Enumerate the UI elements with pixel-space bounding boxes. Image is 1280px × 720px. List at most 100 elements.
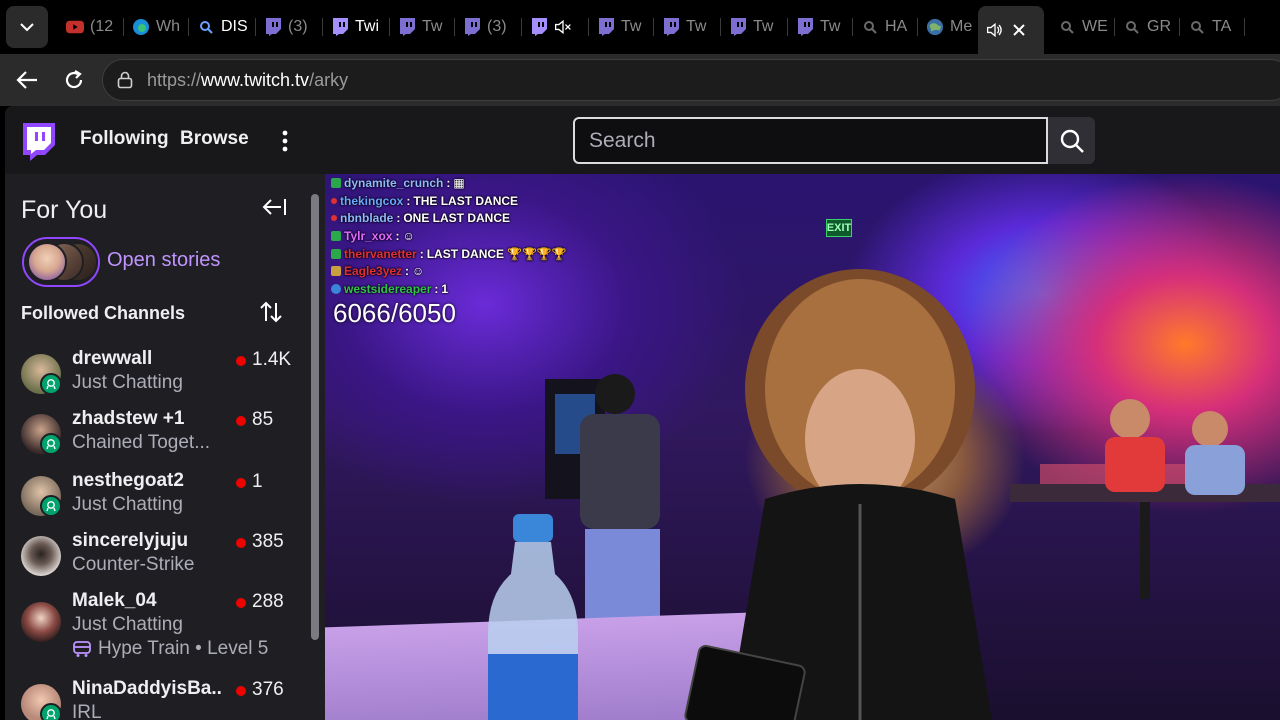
live-dot-icon bbox=[236, 598, 246, 608]
browser-tab[interactable]: (3) bbox=[455, 6, 521, 48]
browser-tab[interactable]: (3) bbox=[256, 6, 322, 48]
video-scene-diners bbox=[1010, 399, 1280, 599]
open-stories-link[interactable]: Open stories bbox=[107, 249, 220, 272]
live-dot-icon bbox=[236, 686, 246, 696]
browser-tab[interactable]: (12 bbox=[58, 6, 124, 48]
stories-avatars[interactable] bbox=[22, 237, 100, 287]
collapse-left-icon bbox=[262, 199, 286, 215]
browser-tab[interactable]: HA bbox=[853, 6, 917, 48]
chat-text: THE LAST DANCE bbox=[413, 193, 519, 208]
chat-badge-icon bbox=[331, 197, 337, 204]
chat-message: Eagle3yez: ☺ bbox=[331, 262, 631, 280]
globe-icon bbox=[926, 18, 944, 36]
live-dot-icon bbox=[236, 478, 246, 488]
tab-label: (3) bbox=[288, 18, 308, 35]
browser-tab[interactable]: Tw bbox=[390, 6, 454, 48]
more-vertical-icon bbox=[282, 130, 288, 152]
search-button[interactable] bbox=[1048, 117, 1095, 164]
channel-item-malek-04[interactable]: Malek_04 Just Chatting 288 Hype Train • … bbox=[5, 590, 305, 672]
tab-label: Me bbox=[950, 18, 973, 35]
video-scene-bottle bbox=[488, 514, 578, 720]
tab-divider bbox=[1244, 18, 1245, 36]
browser-tab-strip: (12 Wh DIS (3) Twi Tw (3) Tw Tw Tw Tw HA… bbox=[0, 0, 1280, 54]
guest-star-badge-icon bbox=[40, 433, 62, 455]
sort-button[interactable] bbox=[258, 298, 284, 326]
twitch-top-nav: Following Browse bbox=[5, 106, 1280, 174]
url-path: /arky bbox=[309, 69, 349, 90]
twitch-icon bbox=[264, 18, 282, 36]
more-options-button[interactable] bbox=[275, 128, 295, 154]
viewer-count: 385 bbox=[252, 531, 284, 552]
search-icon bbox=[1188, 18, 1206, 36]
search-icon bbox=[1123, 18, 1141, 36]
chat-username: nbnblade bbox=[340, 211, 394, 226]
nav-browse[interactable]: Browse bbox=[180, 128, 249, 150]
browser-tab[interactable]: Wh bbox=[124, 6, 188, 48]
channel-category: Just Chatting bbox=[72, 372, 183, 393]
close-icon[interactable] bbox=[1010, 21, 1028, 39]
tab-label: GR bbox=[1147, 18, 1171, 35]
browser-tab-active[interactable] bbox=[978, 6, 1044, 54]
tab-actions-button[interactable] bbox=[6, 6, 48, 48]
guest-star-badge-icon bbox=[40, 373, 62, 395]
tab-label: WE bbox=[1082, 18, 1108, 35]
tab-label: Tw bbox=[820, 18, 841, 35]
speaker-icon[interactable] bbox=[986, 21, 1004, 39]
browser-tab[interactable]: Tw bbox=[788, 6, 852, 48]
channel-item-nesthegoat2[interactable]: nesthegoat2 Just Chatting 1 bbox=[5, 470, 305, 526]
browser-tab[interactable]: TA bbox=[1180, 6, 1244, 48]
browser-tab[interactable]: WE bbox=[1050, 6, 1114, 48]
channel-category: Just Chatting bbox=[72, 614, 183, 635]
nav-following[interactable]: Following bbox=[80, 128, 169, 150]
chat-badge-icon bbox=[331, 215, 337, 222]
live-dot-icon bbox=[236, 356, 246, 366]
twitch-icon bbox=[331, 18, 349, 36]
channel-item-sincerelyjuju[interactable]: sincerelyjuju Counter-Strike 385 bbox=[5, 530, 305, 586]
arrow-left-icon bbox=[16, 71, 37, 89]
reload-button[interactable] bbox=[60, 66, 88, 94]
search-icon bbox=[1058, 18, 1076, 36]
video-player[interactable]: EXIT dynamite_crunch: ▦ thekingcox: THE … bbox=[325, 174, 1280, 720]
browser-tab[interactable] bbox=[522, 6, 588, 48]
viewer-count: 376 bbox=[252, 679, 284, 700]
browser-tab[interactable]: Twi bbox=[323, 6, 389, 48]
hype-train-icon bbox=[73, 641, 91, 657]
muted-speaker-icon[interactable] bbox=[554, 18, 572, 36]
channel-category: Counter-Strike bbox=[72, 554, 195, 575]
followed-channels-heading: Followed Channels bbox=[21, 303, 186, 323]
browser-tab[interactable]: GR bbox=[1115, 6, 1179, 48]
back-button[interactable] bbox=[13, 66, 41, 94]
url-scheme: https:// bbox=[147, 69, 202, 90]
tab-label: Tw bbox=[422, 18, 443, 35]
channel-name: zhadstew +1 bbox=[72, 408, 185, 429]
browser-tab[interactable]: Tw bbox=[654, 6, 720, 48]
chat-username: westsidereaper bbox=[344, 281, 432, 296]
channel-item-zhadstew[interactable]: zhadstew +1 Chained Toget... 85 bbox=[5, 408, 305, 464]
channel-item-drewwall[interactable]: drewwall Just Chatting 1.4K bbox=[5, 348, 305, 404]
tab-label: Wh bbox=[156, 18, 180, 35]
channel-name: nesthegoat2 bbox=[72, 470, 184, 491]
twitch-icon bbox=[597, 18, 615, 36]
browser-tab[interactable]: Me bbox=[918, 6, 978, 48]
chat-badge-icon bbox=[331, 283, 341, 294]
browser-tab[interactable]: Tw bbox=[589, 6, 653, 48]
chat-text: LAST DANCE bbox=[426, 246, 505, 261]
browser-tab[interactable]: DIS bbox=[189, 6, 255, 48]
browser-tab[interactable]: Tw bbox=[721, 6, 787, 48]
channel-name: drewwall bbox=[72, 348, 153, 369]
sidebar-scrollbar[interactable] bbox=[311, 194, 319, 640]
browser-toolbar: https://www.twitch.tv/arky bbox=[0, 54, 1280, 106]
twitch-logo-icon[interactable] bbox=[21, 123, 55, 161]
sidebar: For You Open stories Followed Channels d… bbox=[5, 174, 325, 720]
collapse-sidebar-button[interactable] bbox=[260, 194, 288, 220]
tab-label: Tw bbox=[621, 18, 642, 35]
channel-name: sincerelyjuju bbox=[72, 530, 189, 551]
reload-icon bbox=[65, 70, 83, 89]
goal-counter: 6066/6050 bbox=[333, 298, 456, 328]
address-bar[interactable]: https://www.twitch.tv/arky bbox=[102, 59, 1280, 101]
tab-label: TA bbox=[1212, 18, 1232, 35]
search-input[interactable] bbox=[573, 117, 1048, 164]
channel-item-ninadaddyisba[interactable]: NinaDaddyisBa... IRL 376 bbox=[5, 678, 305, 720]
video-exit-sign: EXIT bbox=[826, 219, 852, 237]
chat-username: theirvanetter bbox=[344, 246, 417, 261]
